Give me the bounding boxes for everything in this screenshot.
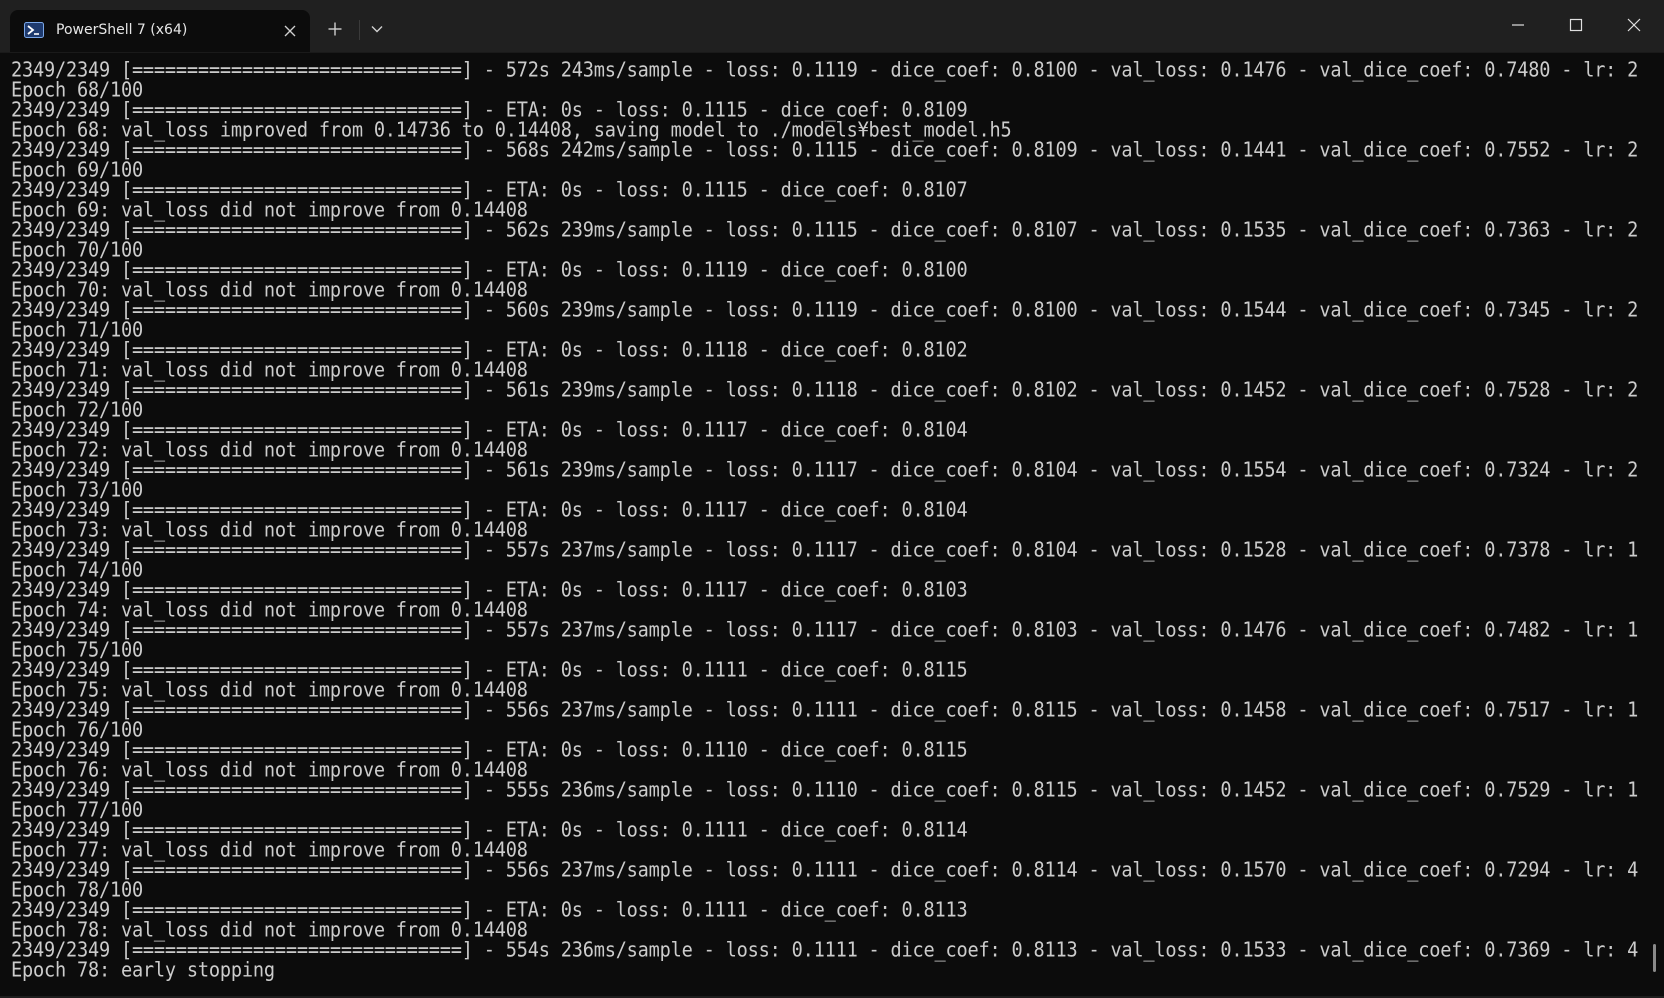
terminal-window: PowerShell 7 (x64) 2349/2349 [==========… (0, 0, 1664, 998)
minimize-icon[interactable] (1489, 0, 1547, 50)
terminal-line: 2349/2349 [=============================… (11, 218, 1641, 242)
terminal-line: 2349/2349 [=============================… (11, 778, 1641, 802)
terminal-line: 2349/2349 [=============================… (11, 618, 1641, 642)
title-bar: PowerShell 7 (x64) (0, 0, 1664, 53)
window-close-icon[interactable] (1605, 0, 1663, 50)
powershell-icon (24, 22, 44, 38)
tab-separator (359, 20, 360, 40)
scrollbar-thumb[interactable] (1653, 944, 1656, 972)
terminal-line: 2349/2349 [=============================… (11, 458, 1641, 482)
maximize-icon[interactable] (1547, 0, 1605, 50)
terminal-line: 2349/2349 [=============================… (11, 858, 1641, 882)
close-icon[interactable] (280, 21, 300, 41)
tab-powershell[interactable]: PowerShell 7 (x64) (10, 10, 310, 52)
plus-icon[interactable] (322, 16, 348, 42)
terminal-line: 2349/2349 [=============================… (11, 698, 1641, 722)
terminal-line: 2349/2349 [=============================… (11, 60, 1641, 82)
terminal-output[interactable]: 2349/2349 [=============================… (11, 60, 1641, 992)
chevron-down-icon[interactable] (364, 16, 390, 42)
tab-title: PowerShell 7 (x64) (56, 22, 188, 38)
terminal-line: Epoch 78: early stopping (11, 958, 275, 982)
terminal-line: 2349/2349 [=============================… (11, 138, 1641, 162)
terminal-line: 2349/2349 [=============================… (11, 298, 1641, 322)
terminal-line: 2349/2349 [=============================… (11, 538, 1641, 562)
terminal-line: 2349/2349 [=============================… (11, 378, 1641, 402)
scrollbar[interactable] (1651, 56, 1657, 990)
